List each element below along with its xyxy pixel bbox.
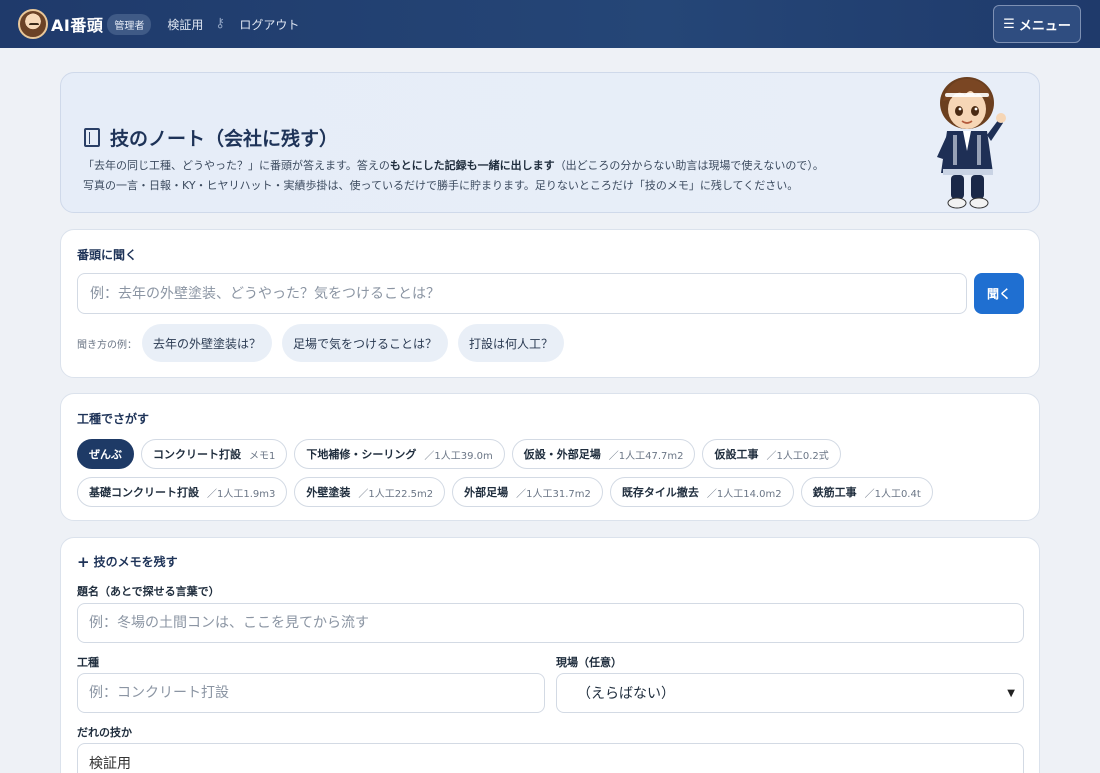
category-chip-name: 仮設・外部足場 — [523, 448, 601, 461]
logout-link[interactable]: ログアウト — [239, 16, 299, 33]
category-chip-name: コンクリート打設 — [153, 448, 241, 461]
category-chip-name: 既存タイル撤去 — [621, 486, 699, 499]
ask-card: 番頭に聞く 聞く 聞き方の例： 去年の外壁塗装は？ 足場で気をつけることは？ 打… — [60, 229, 1040, 378]
category-chip-row: ぜんぶ コンクリート打設 メモ1 下地補修・シーリング ／1人工39.0m 仮設… — [77, 439, 848, 469]
category-chip[interactable]: 基礎コンクリート打設 ／1人工1.9m3 — [77, 477, 288, 507]
memo-form-heading: + 技のメモを残す — [77, 553, 178, 570]
role-badge: 管理者 — [107, 13, 152, 35]
page-title: 技のノート（会社に残す） — [84, 124, 338, 151]
example-questions: 聞き方の例： 去年の外壁塗装は？ 足場で気をつけることは？ 打設は何人工？ — [77, 324, 574, 362]
title-field-label: 題名（あとで探せる言葉で） — [77, 585, 220, 598]
category-chip-name: 鉄筋工事 — [812, 486, 857, 499]
site-select-value: （えらばない） — [577, 686, 675, 702]
category-chip-meta: ／1人工0.2式 — [766, 450, 829, 462]
ask-button[interactable]: 聞く — [974, 273, 1024, 314]
category-chip[interactable]: コンクリート打設 メモ1 — [141, 439, 288, 469]
category-chip-meta: ／1人工31.7m2 — [516, 488, 591, 500]
avatar[interactable] — [18, 9, 48, 39]
chevron-down-icon: ▼ — [1007, 688, 1015, 699]
example-chip[interactable]: 去年の外壁塗装は？ — [142, 324, 273, 362]
category-chip-meta: ／1人工22.5m2 — [358, 488, 434, 500]
example-chip[interactable]: 打設は何人工？ — [458, 324, 565, 362]
site-select[interactable]: （えらばない） ▼ — [556, 673, 1024, 713]
hero-card: 技のノート（会社に残す） 「去年の同じ工種、どうやった？」に番頭が答えます。答え… — [60, 72, 1040, 213]
category-chip-all[interactable]: ぜんぶ — [77, 439, 134, 469]
book-icon — [84, 128, 100, 147]
category-chip-meta: メモ1 — [249, 450, 276, 462]
category-chip[interactable]: 鉄筋工事 ／1人工0.4t — [800, 477, 933, 507]
memo-heading-text: 技のメモを残す — [93, 555, 178, 569]
work-type-input[interactable] — [77, 673, 545, 713]
menu-button-label: メニュー — [1018, 18, 1071, 34]
hero-text-part: 「去年の同じ工種、どうやった？」に番頭が答えます。答えの — [83, 159, 390, 172]
ask-input[interactable] — [77, 273, 967, 314]
category-chip[interactable]: 外壁塗装 ／1人工22.5m2 — [294, 477, 446, 507]
hamburger-icon: ☰ — [1003, 16, 1015, 32]
category-chip[interactable]: 外部足場 ／1人工31.7m2 — [452, 477, 603, 507]
category-filter-card: 工種でさがす ぜんぶ コンクリート打設 メモ1 下地補修・シーリング ／1人工3… — [60, 393, 1040, 521]
example-chip[interactable]: 足場で気をつけることは？ — [282, 324, 449, 362]
menu-button[interactable]: ☰ メニュー — [993, 5, 1081, 43]
work-type-field-label: 工種 — [77, 656, 99, 669]
category-chip-name: ぜんぶ — [89, 448, 122, 461]
category-chip-name: 仮設工事 — [714, 448, 759, 461]
hero-description-line1: 「去年の同じ工種、どうやった？」に番頭が答えます。答えのもとにした記録も一緒に出… — [83, 157, 824, 173]
key-icon: ⚷ — [215, 16, 225, 31]
top-navigation-bar: AI番頭 管理者 検証用 ⚷ ログアウト ☰ メニュー — [0, 0, 1100, 48]
category-chip-meta: ／1人工0.4t — [864, 488, 921, 500]
author-input[interactable] — [77, 743, 1024, 773]
plus-icon: + — [77, 552, 90, 571]
category-chip-name: 基礎コンクリート打設 — [89, 486, 199, 499]
category-chip[interactable]: 既存タイル撤去 ／1人工14.0m2 — [609, 477, 794, 507]
hero-text-emphasis: もとにした記録も一緒に出します — [389, 159, 555, 172]
author-field-label: だれの技か — [77, 726, 132, 739]
category-chip[interactable]: 仮設・外部足場 ／1人工47.7m2 — [511, 439, 696, 469]
category-chip-name: 下地補修・シーリング — [306, 448, 417, 461]
brand-name[interactable]: AI番頭 — [51, 12, 103, 36]
category-chip-row: 基礎コンクリート打設 ／1人工1.9m3 外壁塗装 ／1人工22.5m2 外部足… — [77, 477, 940, 507]
nav-link-verify[interactable]: 検証用 — [167, 16, 203, 33]
category-chip-meta: ／1人工14.0m2 — [706, 488, 782, 500]
site-field-label: 現場（任意） — [556, 656, 622, 669]
page-title-text: 技のノート（会社に残す） — [110, 128, 339, 150]
category-chip[interactable]: 下地補修・シーリング ／1人工39.0m — [294, 439, 505, 469]
title-input[interactable] — [77, 603, 1024, 643]
mascot-illustration — [937, 77, 1006, 209]
category-chip-meta: ／1人工39.0m — [424, 450, 493, 462]
hero-description-line2: 写真の一言・日報・KY・ヒヤリハット・実績歩掛は、使っているだけで勝手に貯まりま… — [83, 179, 799, 192]
category-chip-name: 外部足場 — [464, 486, 509, 499]
memo-form-card: + 技のメモを残す 題名（あとで探せる言葉で） 工種 現場（任意） （えらばない… — [60, 537, 1040, 773]
category-section-label: 工種でさがす — [77, 412, 150, 426]
ask-section-label: 番頭に聞く — [77, 248, 138, 262]
hero-text-part: （出どころの分からない助言は現場で使えないので）。 — [554, 159, 824, 172]
category-chip-meta: ／1人工47.7m2 — [608, 450, 684, 462]
examples-label: 聞き方の例： — [77, 339, 137, 351]
category-chip-meta: ／1人工1.9m3 — [207, 488, 276, 500]
category-chip[interactable]: 仮設工事 ／1人工0.2式 — [702, 439, 841, 469]
category-chip-name: 外壁塗装 — [306, 486, 351, 499]
